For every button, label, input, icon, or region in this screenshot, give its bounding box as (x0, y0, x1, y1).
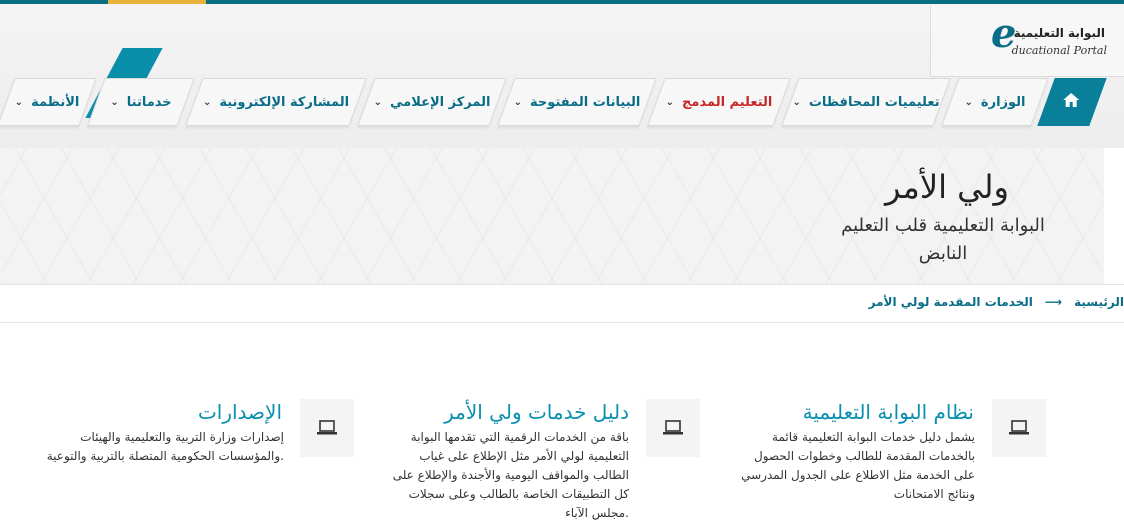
chevron-down-icon: ⌄ (665, 96, 675, 108)
site-logo[interactable]: e البوابة التعليمية ducational Portal (930, 6, 1124, 77)
card-title[interactable]: نظام البوابة التعليمية (803, 400, 974, 424)
nav-label: الأنظمة (31, 94, 80, 110)
nav-item-media-center[interactable]: المركز الإعلامي ⌄ (357, 78, 507, 126)
logo-arabic-name: البوابة التعليمية (1013, 26, 1105, 40)
card-description: يشمل دليل خدمات البوابة التعليمية قائمة … (741, 430, 975, 501)
nav-item-ministry[interactable]: الوزارة ⌄ (941, 78, 1049, 126)
nav-label: المشاركة الإلكترونية (219, 94, 350, 110)
arrow-icon: ⟶ (1044, 295, 1063, 309)
nav-item-governorates[interactable]: تعليميات المحافظات ⌄ (781, 78, 951, 126)
nav-item-e-participation[interactable]: المشاركة الإلكترونية ⌄ (185, 78, 367, 126)
nav-label: خدماتنا (126, 94, 172, 110)
nav-label: التعليم المدمج (682, 94, 773, 110)
nav-label: الوزارة (980, 94, 1026, 110)
home-icon (1063, 92, 1080, 111)
chevron-down-icon: ⌄ (202, 96, 212, 108)
chevron-down-icon: ⌄ (513, 96, 523, 108)
nav-label: البيانات المفتوحة (530, 94, 641, 110)
nav-label: المركز الإعلامي (390, 94, 491, 110)
laptop-icon (300, 399, 354, 457)
laptop-icon (646, 399, 700, 457)
chevron-down-icon: ⌄ (792, 96, 801, 108)
breadcrumb-home-link[interactable]: الرئيسية (1074, 295, 1124, 309)
page-banner: ولي الأمر البوابة التعليمية قلب التعليم … (0, 148, 1104, 284)
breadcrumb: الرئيسية ⟶ الخدمات المقدمة لولي الأمر (0, 284, 1124, 323)
page-title: ولي الأمر (885, 168, 1009, 206)
chevron-down-icon: ⌄ (373, 96, 382, 108)
card-description: إصدارات وزارة التربية والتعليمية والهيئا… (46, 430, 284, 463)
breadcrumb-current[interactable]: الخدمات المقدمة لولي الأمر (869, 295, 1033, 309)
main-nav: الوزارة ⌄ تعليميات المحافظات ⌄ التعليم الم… (0, 78, 1124, 126)
card-title[interactable]: الإصدارات (198, 400, 282, 424)
nav-item-blended-learning[interactable]: التعليم المدمج ⌄ (647, 78, 791, 126)
chevron-down-icon: ⌄ (964, 96, 973, 108)
nav-item-services[interactable]: خدماتنا ⌄ (87, 78, 195, 126)
chevron-down-icon: ⌄ (14, 96, 24, 108)
logo-english-name: ducational Portal (1011, 44, 1107, 57)
chevron-down-icon: ⌄ (110, 96, 119, 108)
page-subtitle: البوابة التعليمية قلب التعليم النابض (841, 215, 1045, 264)
nav-label: تعليميات المحافظات (808, 94, 940, 110)
card-description: باقة من الخدمات الرقمية التي تقدمها البو… (392, 430, 629, 520)
nav-item-systems[interactable]: الأنظمة ⌄ (0, 78, 97, 126)
nav-item-open-data[interactable]: البيانات المفتوحة ⌄ (497, 78, 657, 126)
card-title[interactable]: دليل خدمات ولي الأمر (444, 400, 629, 424)
laptop-icon (992, 399, 1046, 457)
